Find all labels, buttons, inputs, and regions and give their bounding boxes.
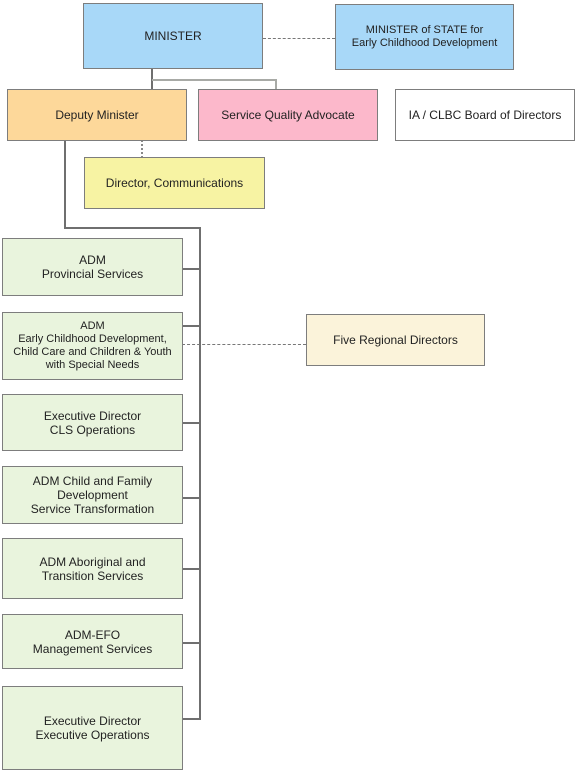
service-quality-advocate-box: Service Quality Advocate xyxy=(198,89,378,141)
divisions-trunk-connector xyxy=(199,227,201,720)
division-connector xyxy=(182,568,200,570)
five-regional-directors-box: Five Regional Directors xyxy=(306,314,485,366)
division-box-aboriginal-transition: ADM Aboriginal and Transition Services xyxy=(2,538,183,599)
division-connector xyxy=(182,497,200,499)
trunk-horizontal-connector xyxy=(64,227,201,229)
division-connector xyxy=(182,422,200,424)
minister-box: MINISTER xyxy=(83,3,263,69)
division-box-efo-management: ADM-EFO Management Services xyxy=(2,614,183,669)
division-box-executive-operations: Executive Director Executive Operations xyxy=(2,686,183,770)
division-connector xyxy=(182,268,200,270)
division-connector xyxy=(182,325,200,327)
regional-dashed-link xyxy=(182,344,306,345)
minister-state-dashed-link xyxy=(263,38,335,39)
division-box-child-family-development: ADM Child and Family Development Service… xyxy=(2,466,183,524)
deputy-trunk-connector xyxy=(64,140,66,228)
division-connector xyxy=(182,718,200,720)
minister-of-state-box: MINISTER of STATE for Early Childhood De… xyxy=(335,4,514,70)
division-box-cls-operations: Executive Director CLS Operations xyxy=(2,394,183,451)
communications-dotted-link xyxy=(141,140,143,158)
board-of-directors-box: IA / CLBC Board of Directors xyxy=(395,89,575,141)
director-communications-box: Director, Communications xyxy=(84,157,265,209)
deputy-minister-box: Deputy Minister xyxy=(7,89,187,141)
division-box-provincial-services: ADM Provincial Services xyxy=(2,238,183,296)
minister-advocate-connector xyxy=(152,79,277,81)
division-connector xyxy=(182,642,200,644)
division-box-early-childhood: ADM Early Childhood Development, Child C… xyxy=(2,312,183,380)
